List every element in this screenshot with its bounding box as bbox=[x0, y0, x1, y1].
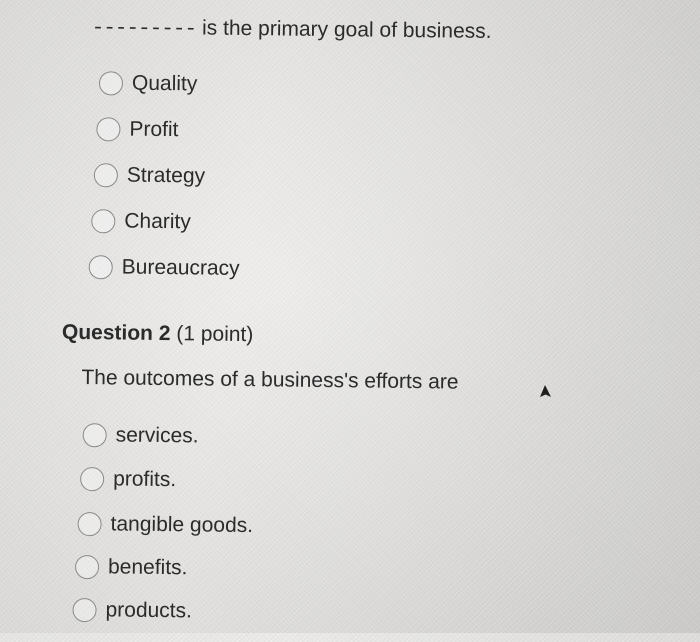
question-1-stem: --------- is the primary goal of business… bbox=[92, 15, 492, 45]
radio-button-icon[interactable] bbox=[80, 467, 105, 492]
question-number: Question 2 bbox=[61, 320, 171, 346]
radio-button-icon[interactable] bbox=[82, 423, 107, 448]
q1-option-strategy[interactable]: Strategy bbox=[93, 163, 206, 188]
question-2-stem: The outcomes of a business's efforts are bbox=[81, 366, 459, 394]
option-label: services. bbox=[115, 423, 199, 448]
q1-option-charity[interactable]: Charity bbox=[91, 209, 191, 234]
mouse-pointer-icon bbox=[540, 385, 551, 397]
option-label: Strategy bbox=[126, 163, 206, 188]
option-label: products. bbox=[105, 598, 193, 623]
fill-in-blank: --------- bbox=[91, 17, 197, 42]
q1-option-quality[interactable]: Quality bbox=[98, 71, 198, 96]
radio-button-icon[interactable] bbox=[88, 255, 113, 280]
radio-button-icon[interactable] bbox=[96, 117, 121, 142]
q1-option-profit[interactable]: Profit bbox=[96, 117, 179, 142]
q2-option-services[interactable]: services. bbox=[82, 423, 199, 448]
q2-option-profits[interactable]: profits. bbox=[80, 467, 176, 492]
q2-option-products[interactable]: products. bbox=[72, 597, 193, 623]
question-points: (1 point) bbox=[176, 322, 254, 347]
option-label: Bureaucracy bbox=[121, 255, 240, 280]
option-label: Quality bbox=[131, 71, 198, 96]
q2-option-tangible-goods[interactable]: tangible goods. bbox=[77, 511, 254, 538]
option-label: Charity bbox=[124, 209, 191, 234]
radio-button-icon[interactable] bbox=[91, 209, 116, 234]
radio-button-icon[interactable] bbox=[93, 163, 119, 188]
radio-button-icon[interactable] bbox=[72, 597, 97, 623]
q1-option-bureaucracy[interactable]: Bureaucracy bbox=[88, 255, 240, 281]
radio-button-icon[interactable] bbox=[74, 554, 100, 580]
radio-button-icon[interactable] bbox=[98, 71, 124, 96]
radio-button-icon[interactable] bbox=[77, 511, 102, 537]
question-2-heading: Question 2 (1 point) bbox=[62, 321, 254, 347]
option-label: benefits. bbox=[107, 555, 188, 580]
option-label: tangible goods. bbox=[110, 512, 254, 538]
q2-option-benefits[interactable]: benefits. bbox=[74, 554, 188, 580]
option-label: Profit bbox=[129, 117, 179, 142]
quiz-page: --------- is the primary goal of business… bbox=[0, 0, 700, 642]
question-1-text: is the primary goal of business. bbox=[201, 16, 492, 44]
option-label: profits. bbox=[113, 467, 177, 492]
